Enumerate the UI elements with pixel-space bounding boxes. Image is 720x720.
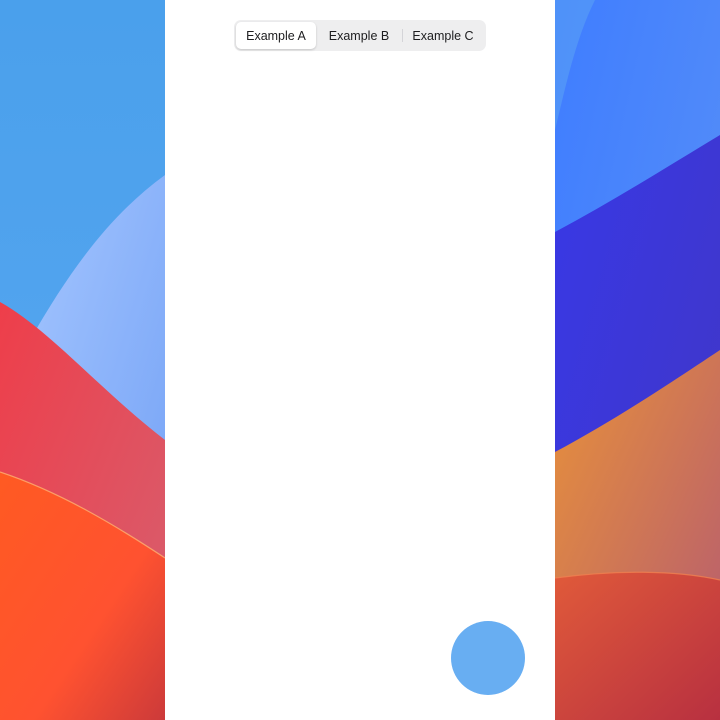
floating-action-button[interactable] [451, 621, 525, 695]
segment-example-a-label: Example A [246, 28, 306, 43]
segment-example-b[interactable]: Example B [316, 22, 402, 49]
wallpaper-right-art [555, 0, 720, 720]
wallpaper-left [0, 0, 165, 720]
segment-example-c[interactable]: Example C [402, 22, 484, 49]
segmented-control: Example A Example B Example C [234, 20, 486, 51]
wallpaper-right [555, 0, 720, 720]
segment-example-c-label: Example C [412, 28, 474, 43]
wallpaper-left-art [0, 0, 165, 720]
segment-example-a[interactable]: Example A [236, 22, 316, 49]
segment-example-b-label: Example B [328, 28, 390, 43]
content-panel: Example A Example B Example C [165, 0, 555, 720]
